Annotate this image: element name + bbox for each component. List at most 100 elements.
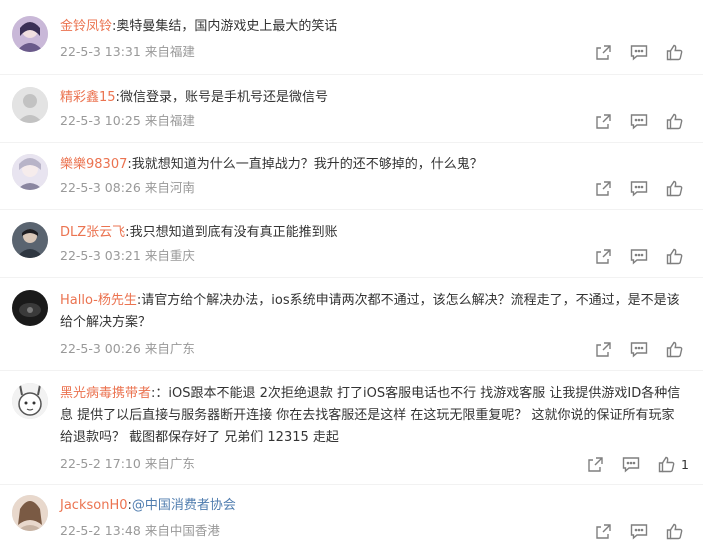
comment-date: 22-5-3 10:25 <box>60 113 141 128</box>
share-icon <box>595 248 612 265</box>
comment-text-line: DLZ张云飞:我只想知道到底有没有真正能推到账 <box>60 222 683 244</box>
comment-meta: 22-5-2 17:10 来自广东 <box>60 455 195 473</box>
comment-button[interactable] <box>630 44 648 61</box>
avatar[interactable] <box>12 383 48 419</box>
comment-text-line: 金铃凤铃:奥特曼集结，国内游戏史上最大的笑话 <box>60 16 683 38</box>
share-button[interactable] <box>595 180 612 197</box>
comment-text-line: 精彩鑫15:微信登录，账号是手机号还是微信号 <box>60 87 683 109</box>
comment-date: 22-5-3 00:26 <box>60 341 141 356</box>
share-button[interactable] <box>595 523 612 540</box>
divider <box>0 370 703 371</box>
like-icon <box>666 44 683 61</box>
avatar[interactable] <box>12 290 48 326</box>
like-count: 1 <box>681 456 689 472</box>
comment-date: 22-5-3 08:26 <box>60 180 141 195</box>
comment-location: 来自福建 <box>144 44 195 59</box>
username-link[interactable]: 精彩鑫15 <box>60 90 116 105</box>
comment-actions <box>577 178 689 198</box>
comment-meta: 22-5-3 00:26 来自广东 <box>60 340 195 358</box>
share-icon <box>595 180 612 197</box>
like-button[interactable] <box>666 180 689 197</box>
comment-text-line: JacksonH0:@中国消费者协会 <box>60 495 683 517</box>
username-link[interactable]: 金铃凤铃 <box>60 19 112 34</box>
like-icon <box>666 523 683 540</box>
avatar[interactable] <box>12 495 48 531</box>
username-link[interactable]: JacksonH0 <box>60 498 128 513</box>
share-icon <box>587 456 604 473</box>
comment-body: 请官方给个解决办法，ios系统申请两次都不通过，该怎么解决？流程走了，不通过，是… <box>60 293 680 330</box>
comment-location: 来自重庆 <box>144 248 195 263</box>
comment-text-line: 黑光病毒携带者:：iOS跟本不能退 2次拒绝退款 打了iOS客服电话也不行 找游… <box>60 383 683 449</box>
like-button[interactable] <box>666 113 689 130</box>
like-icon <box>666 248 683 265</box>
avatar[interactable] <box>12 16 48 52</box>
divider <box>0 484 703 485</box>
comment-location: 来自河南 <box>144 180 195 195</box>
comment-location: 来自广东 <box>144 456 195 471</box>
divider <box>0 209 703 210</box>
comment-body: 我就想知道为什么一直掉战力？我升的还不够掉的，什么鬼？ <box>131 157 483 172</box>
comment-button[interactable] <box>630 523 648 540</box>
comment-actions <box>577 111 689 131</box>
comment-body: 微信登录，账号是手机号还是微信号 <box>119 90 328 105</box>
comment-icon <box>630 113 648 130</box>
share-button[interactable] <box>595 248 612 265</box>
comment-meta: 22-5-2 13:48 来自中国香港 <box>60 522 220 540</box>
comment-actions <box>577 246 689 266</box>
username-link[interactable]: Hallo-杨先生 <box>60 293 137 308</box>
comment-button[interactable] <box>622 456 640 473</box>
comment-icon <box>630 44 648 61</box>
comment-text-line: 樂樂98307:我就想知道为什么一直掉战力？我升的还不够掉的，什么鬼？ <box>60 154 683 176</box>
comment-button[interactable] <box>630 248 648 265</box>
divider <box>0 74 703 75</box>
avatar[interactable] <box>12 154 48 190</box>
comment-location: 来自中国香港 <box>144 523 220 538</box>
divider <box>0 142 703 143</box>
like-icon <box>666 180 683 197</box>
comment-icon <box>630 248 648 265</box>
comment-date: 22-5-2 17:10 <box>60 456 141 471</box>
comment-date: 22-5-2 13:48 <box>60 523 141 538</box>
comment-actions <box>577 42 689 62</box>
comment-actions: 1 <box>569 454 689 474</box>
comment-text-line: Hallo-杨先生:请官方给个解决办法，ios系统申请两次都不通过，该怎么解决？… <box>60 290 683 334</box>
username-link[interactable]: 樂樂98307 <box>60 157 127 172</box>
share-icon <box>595 113 612 130</box>
like-icon <box>666 113 683 130</box>
share-button[interactable] <box>587 456 604 473</box>
comment-actions <box>577 521 689 541</box>
comment-meta: 22-5-3 08:26 来自河南 <box>60 179 195 197</box>
comment-button[interactable] <box>630 180 648 197</box>
share-icon <box>595 341 612 358</box>
comment-location: 来自广东 <box>144 341 195 356</box>
comment-date: 22-5-3 13:31 <box>60 44 141 59</box>
comment-icon <box>630 180 648 197</box>
avatar[interactable] <box>12 87 48 123</box>
username-link[interactable]: 黑光病毒携带者 <box>60 386 151 401</box>
comment-button[interactable] <box>630 341 648 358</box>
like-button[interactable] <box>666 341 689 358</box>
share-icon <box>595 523 612 540</box>
like-button[interactable] <box>666 44 689 61</box>
comment-actions <box>577 339 689 359</box>
divider <box>0 277 703 278</box>
share-button[interactable] <box>595 113 612 130</box>
username-link[interactable]: DLZ张云飞 <box>60 225 125 240</box>
mention-link[interactable]: @中国消费者协会 <box>132 498 236 513</box>
avatar[interactable] <box>12 222 48 258</box>
comment-body: 奥特曼集结，国内游戏史上最大的笑话 <box>116 19 338 34</box>
share-button[interactable] <box>595 341 612 358</box>
like-button[interactable]: 1 <box>658 456 689 473</box>
like-button[interactable] <box>666 523 689 540</box>
comment-button[interactable] <box>630 113 648 130</box>
like-icon <box>666 341 683 358</box>
comment-feed: 金铃凤铃:奥特曼集结，国内游戏史上最大的笑话 22-5-3 13:31 来自福建 … <box>0 0 703 551</box>
like-icon <box>658 456 675 473</box>
comment-icon <box>630 341 648 358</box>
comment-date: 22-5-3 03:21 <box>60 248 141 263</box>
share-button[interactable] <box>595 44 612 61</box>
comment-meta: 22-5-3 03:21 来自重庆 <box>60 247 195 265</box>
comment-location: 来自福建 <box>144 113 195 128</box>
share-icon <box>595 44 612 61</box>
like-button[interactable] <box>666 248 689 265</box>
